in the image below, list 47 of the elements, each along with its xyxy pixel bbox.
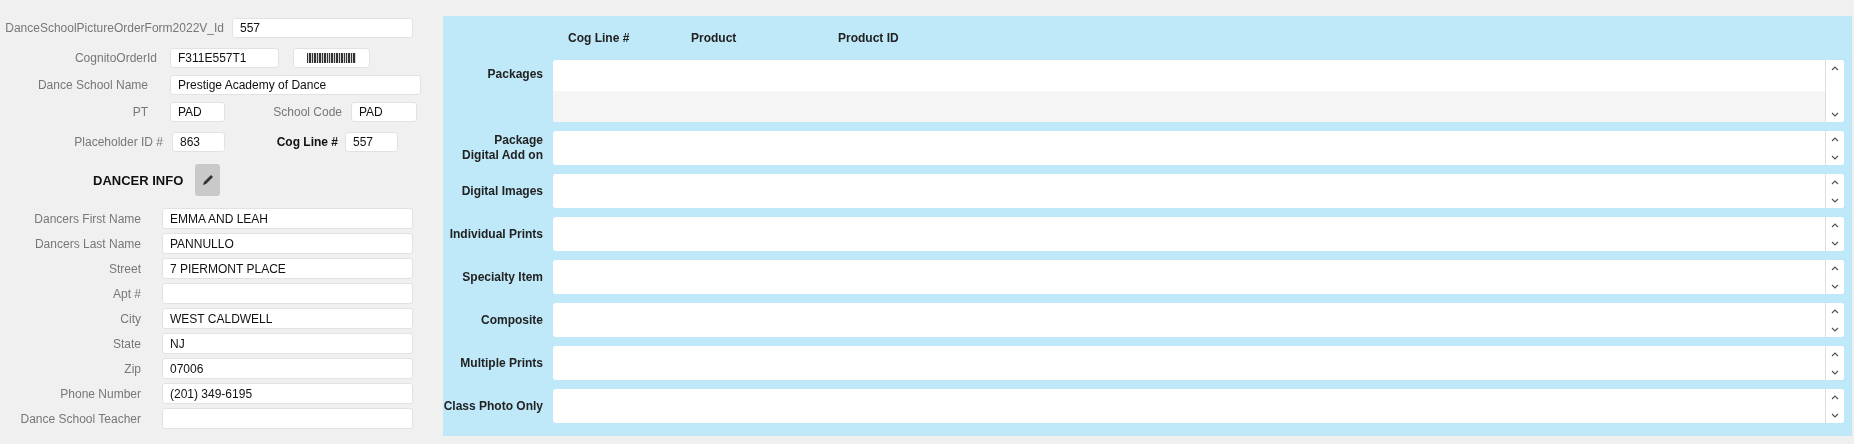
id-field[interactable]: 557 (232, 18, 413, 38)
field-label: Street (108, 261, 141, 276)
field-label: School Code (272, 105, 342, 119)
school-code-field[interactable]: PAD (351, 102, 417, 122)
field-label: Dancers First Name (33, 211, 141, 226)
section-label: Packages (486, 67, 543, 82)
text-field[interactable]: WEST CALDWELL (162, 308, 413, 329)
order-id-field[interactable]: F311E557T1 (170, 48, 279, 68)
section-title: DANCER INFO (93, 172, 184, 188)
field-label: Apt # (111, 286, 141, 301)
field-label: Dancers Last Name (33, 236, 141, 251)
cog-line-field[interactable]: 557 (345, 132, 398, 152)
text-field[interactable]: PANNULLO (162, 233, 413, 254)
placeholder-id-field[interactable]: 863 (172, 132, 225, 152)
field-label: City (119, 311, 141, 326)
text-field[interactable]: 07006 (162, 358, 413, 379)
field-label: Zip (123, 361, 141, 376)
text-field[interactable]: (201) 349-6195 (162, 383, 413, 404)
field-label: Placeholder ID # (73, 135, 163, 149)
field-label: Cog Line # (275, 135, 338, 149)
text-field[interactable] (162, 408, 413, 429)
section-label: Digital Images (460, 183, 543, 199)
section-label: Package Digital Add on (461, 133, 543, 163)
pt-field[interactable]: PAD (170, 102, 225, 122)
section-label: Multiple Prints (459, 355, 543, 371)
section-label: Class Photo Only (443, 398, 543, 414)
text-field[interactable]: EMMA AND LEAH (162, 208, 413, 229)
section-label: Composite (480, 312, 543, 328)
field-label: CognitoOrderId (73, 51, 157, 65)
text-field[interactable] (162, 283, 413, 304)
field-label: Dance School Name (36, 78, 148, 92)
field-label: Phone Number (59, 386, 141, 401)
column-header: Product ID (838, 31, 900, 45)
barcode-icon (306, 53, 357, 63)
pencil-icon (201, 174, 214, 186)
section-label: Specialty Item (461, 269, 543, 285)
edit-button[interactable] (195, 164, 221, 196)
column-header: Cog Line # (568, 31, 631, 45)
column-header: Product (691, 31, 738, 45)
text-field[interactable]: 7 PIERMONT PLACE (162, 258, 413, 279)
field-label: PT (131, 105, 148, 119)
section-label: Individual Prints (448, 226, 543, 242)
school-name-field[interactable]: Prestige Academy of Dance (170, 75, 421, 95)
field-label: Dance School Teacher (19, 411, 141, 426)
text-field[interactable]: NJ (162, 333, 413, 354)
field-label: DanceSchoolPictureOrderForm2022V_Id (4, 21, 224, 35)
field-label: State (111, 336, 141, 351)
